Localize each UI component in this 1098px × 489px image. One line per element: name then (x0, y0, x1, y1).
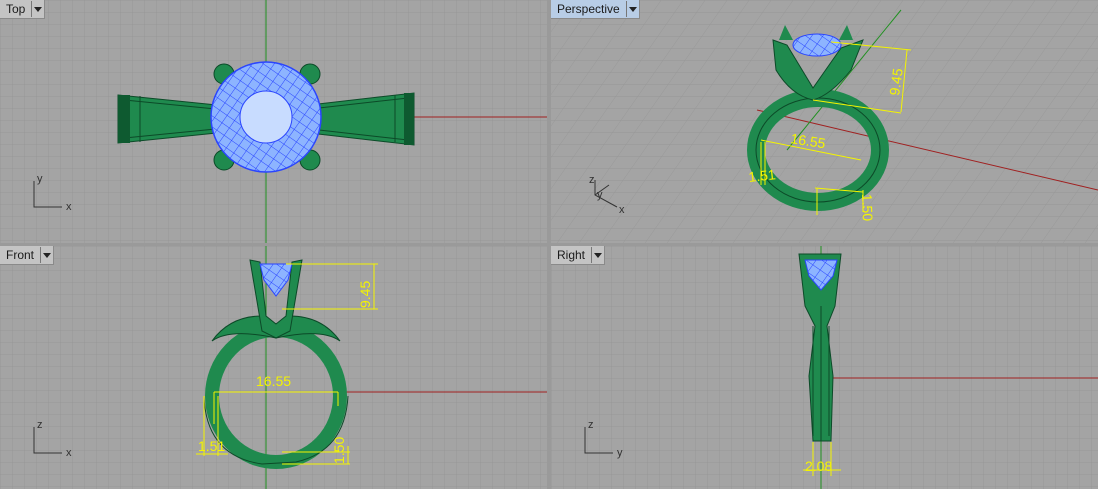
svg-text:z: z (588, 419, 594, 431)
right-view-scene: 2.08 z y (551, 246, 1098, 489)
svg-text:x: x (619, 204, 625, 216)
dim-1-51: 1.51 (198, 438, 225, 454)
viewport-title: Perspective (557, 2, 620, 16)
svg-text:x: x (66, 447, 72, 459)
dim-1-50: 1.50 (331, 437, 347, 464)
viewport-tab-front[interactable]: Front (0, 246, 55, 265)
chevron-down-icon[interactable] (625, 1, 639, 17)
viewport-title: Front (6, 248, 35, 262)
chevron-down-icon[interactable] (40, 247, 53, 263)
dim-1-50: 1.50 (859, 194, 876, 222)
chevron-down-icon[interactable] (591, 247, 604, 263)
dim-1-51: 1.51 (748, 166, 777, 185)
viewport-perspective[interactable]: 9.45 16.55 1.51 1.50 z y x Perspective (551, 0, 1098, 243)
viewport-tab-perspective[interactable]: Perspective (551, 0, 640, 19)
front-view-scene: 9.45 16.55 1.51 1.50 z x (0, 246, 547, 489)
viewport-right[interactable]: 2.08 z y Right (551, 246, 1098, 489)
svg-text:y: y (37, 173, 43, 185)
viewport-title: Right (557, 248, 586, 262)
dim-9-45: 9.45 (357, 281, 373, 308)
svg-text:y: y (617, 447, 623, 459)
dim-16-55: 16.55 (256, 373, 291, 389)
gemstone (210, 61, 322, 173)
viewport-tab-top[interactable]: Top (0, 0, 46, 19)
chevron-down-icon[interactable] (31, 1, 44, 17)
svg-text:x: x (66, 201, 72, 213)
viewport-tab-right[interactable]: Right (551, 246, 606, 265)
svg-text:y: y (597, 189, 603, 201)
viewport-front[interactable]: 9.45 16.55 1.51 1.50 z x Front (0, 246, 547, 489)
perspective-view-scene: 9.45 16.55 1.51 1.50 z y x (551, 0, 1098, 243)
dim-2-08: 2.08 (805, 458, 832, 474)
top-view-scene: y x (0, 0, 547, 243)
gemstone (792, 33, 842, 57)
viewport-title: Top (6, 2, 26, 16)
svg-text:z: z (589, 174, 595, 186)
svg-text:z: z (37, 419, 43, 431)
viewport-top[interactable]: y x Top (0, 0, 547, 243)
